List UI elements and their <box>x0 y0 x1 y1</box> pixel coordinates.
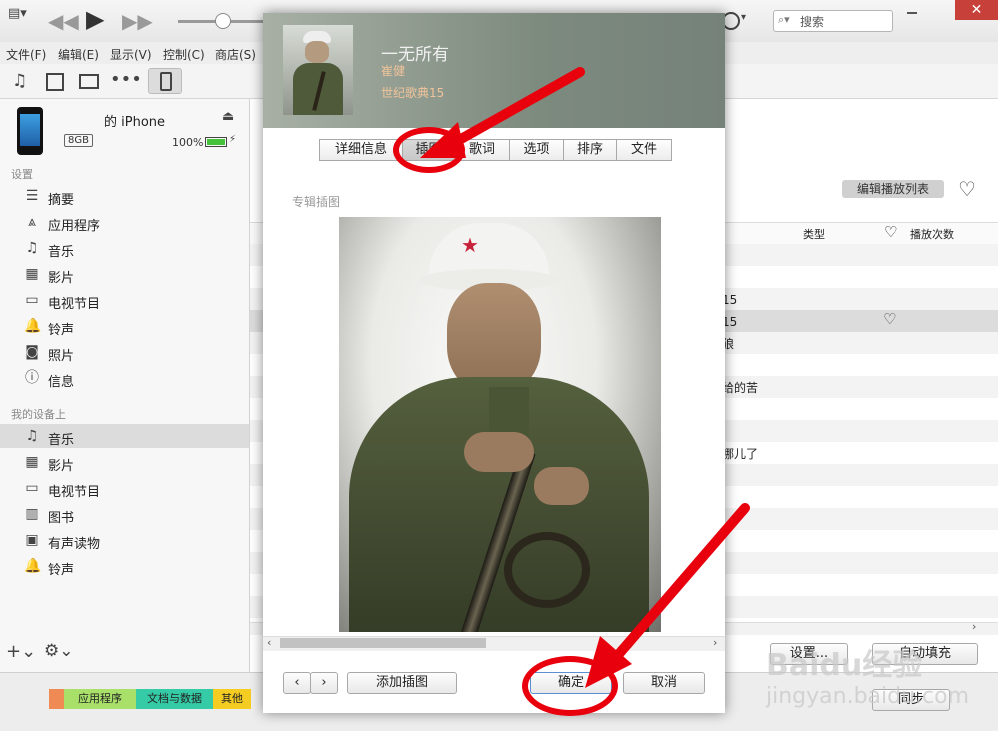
callout-arrows <box>420 67 750 688</box>
watermark-brand: Baidu经验 <box>766 648 923 683</box>
callout-arrow-to-tab <box>440 67 585 153</box>
watermark-url: jingyan.baidu.com <box>766 684 970 709</box>
callout-arrow-to-ok <box>607 503 750 667</box>
callout-arrowhead-tab <box>420 122 466 158</box>
